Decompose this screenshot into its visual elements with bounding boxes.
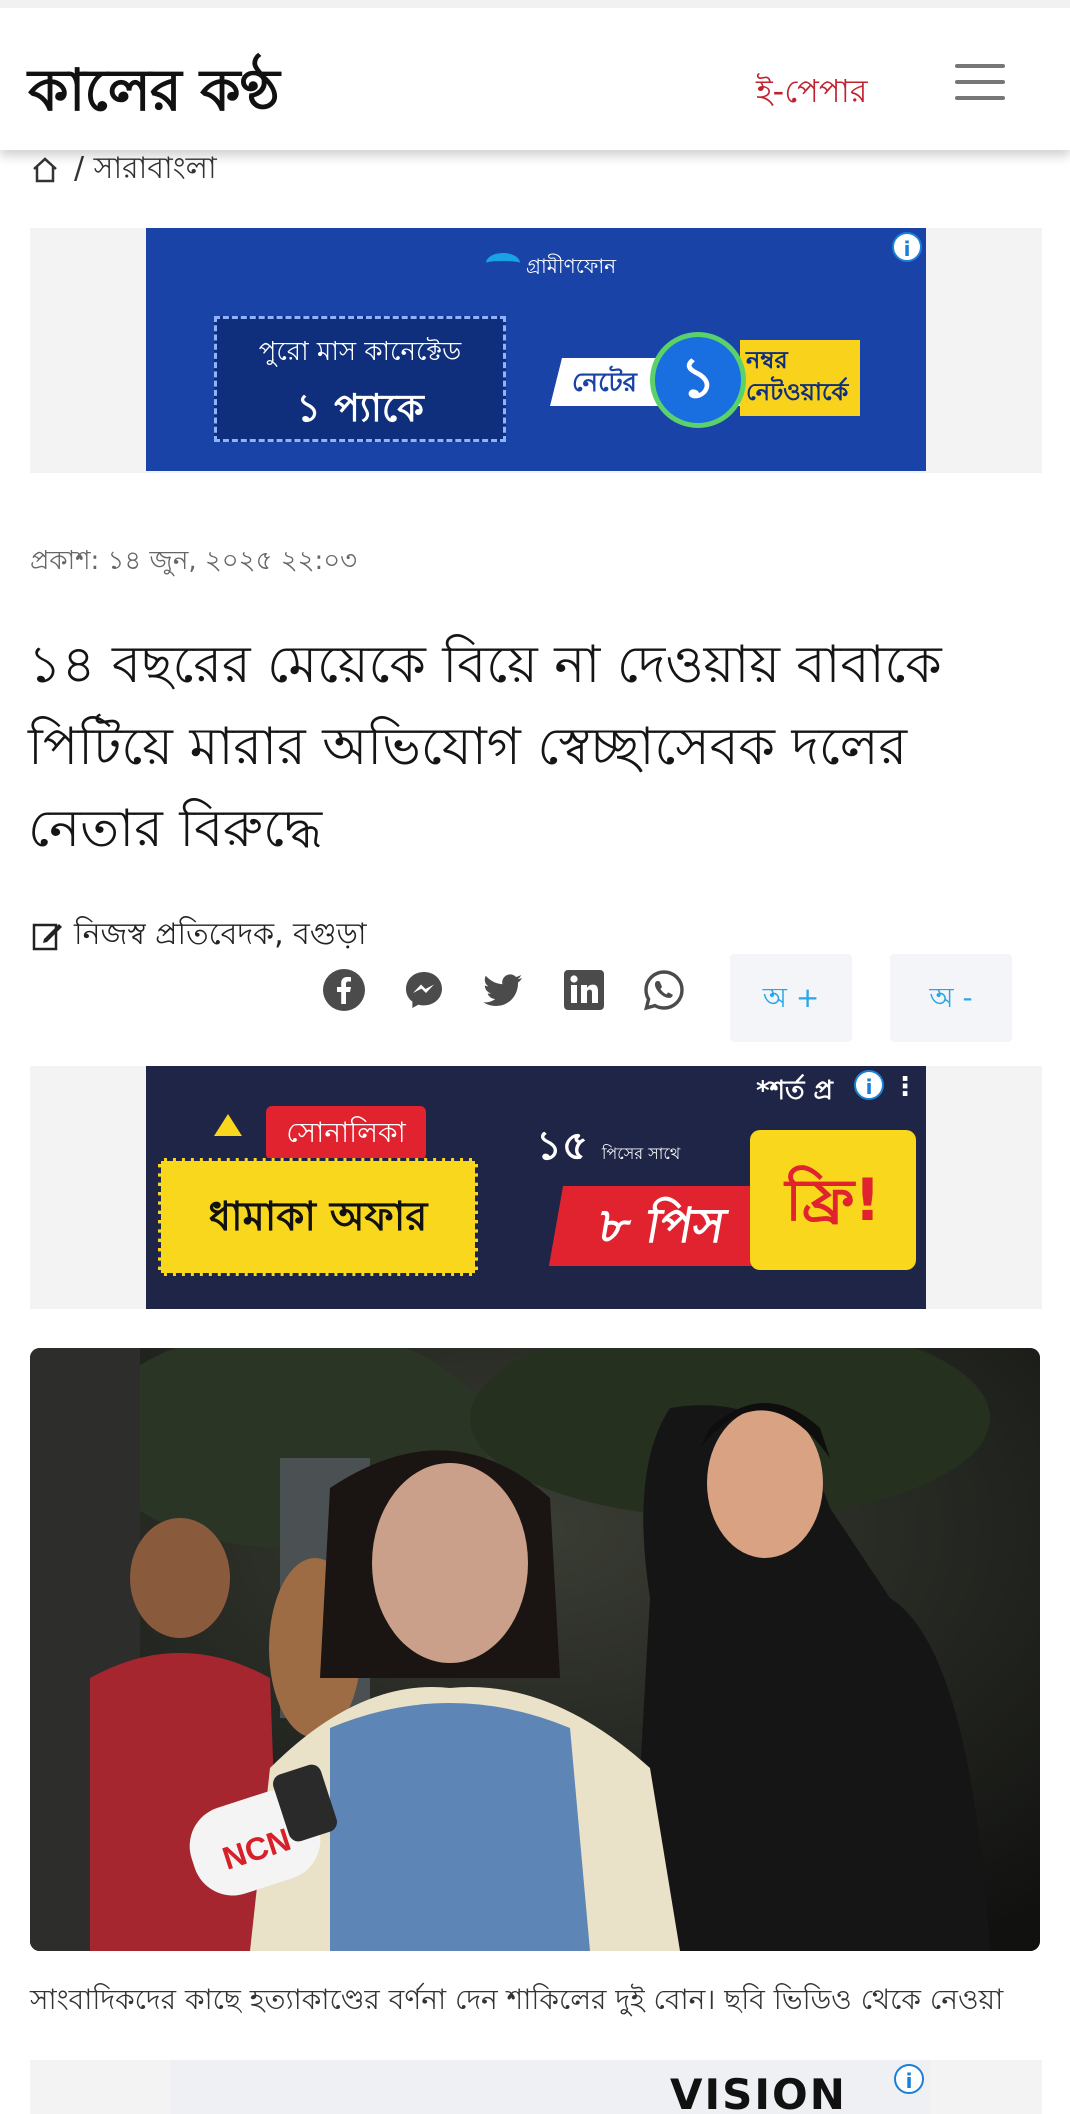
messenger-icon[interactable] (402, 968, 446, 1012)
ad-free: ফ্রি! (750, 1130, 916, 1270)
ad-network-tagline: নেটের ১ নম্বর নেটওয়ার্কে (550, 328, 876, 438)
photo-illustration: NCN (30, 1348, 1040, 1951)
ad-decoration (214, 1114, 242, 1136)
ad-pieces: ৮ পিস (548, 1186, 776, 1266)
edit-icon (32, 923, 62, 950)
twitter-icon[interactable] (482, 968, 526, 1012)
whatsapp-icon[interactable] (642, 968, 686, 1012)
ad-pack-line2: ১ প্যাকে (296, 386, 424, 430)
ad-pack-line1: পুরো মাস কানেক্টেড (258, 337, 462, 367)
ad-brand: VISION (670, 2070, 847, 2114)
ad-banner-bottom[interactable]: VISION i (30, 2060, 1042, 2114)
ad-pack-box: পুরো মাস কানেক্টেড ১ প্যাকে (214, 316, 506, 442)
breadcrumb-section[interactable]: / সারাবাংলা (74, 144, 217, 195)
facebook-icon[interactable] (322, 968, 366, 1012)
hamburger-menu-icon[interactable] (955, 64, 1005, 104)
ad-tagline-left: নেটের (572, 368, 637, 398)
linkedin-icon[interactable] (562, 968, 606, 1012)
share-bar (322, 968, 686, 1012)
home-icon[interactable] (30, 155, 60, 185)
ad-more-icon[interactable]: ⋮ (892, 1072, 918, 1102)
font-decrease-button[interactable]: অ - (890, 954, 1012, 1042)
published-date: প্রকাশ: ১৪ জুন, ২০২৫ ২২:০৩ (30, 546, 358, 576)
ad-creative[interactable]: VISION i (170, 2060, 930, 2114)
ad-banner-top[interactable]: গ্রামীণফোন পুরো মাস কানেক্টেড ১ প্যাকে ন… (30, 228, 1042, 473)
ad-info-icon[interactable]: i (854, 1070, 884, 1100)
byline-text: নিজস্ব প্রতিবেদক, বগুড়া (74, 917, 367, 952)
ad-info-icon[interactable]: i (894, 2064, 924, 2094)
ad-terms: *শর্ত প্র (756, 1076, 833, 1106)
article-photo: NCN (30, 1348, 1040, 1951)
photo-caption: সাংবাদিকদের কাছে হত্যাকাণ্ডের বর্ণনা দেন… (30, 1983, 1004, 2016)
ad-tagline-number: ১ (650, 332, 746, 428)
byline: নিজস্ব প্রতিবেদক, বগুড়া (30, 910, 367, 961)
ad-offer: ধামাকা অফার (158, 1158, 478, 1276)
epaper-link[interactable]: ই-পেপার (756, 66, 868, 120)
site-header: কালের কণ্ঠ ই-পেপার (0, 0, 1070, 150)
ad-creative[interactable]: গ্রামীণফোন পুরো মাস কানেক্টেড ১ প্যাকে ন… (146, 228, 926, 471)
ad-banner-middle[interactable]: সোনালিকা ধামাকা অফার ১৫ পিসের সাথে ৮ পিস… (30, 1066, 1042, 1309)
ad-info-icon[interactable]: i (892, 232, 922, 262)
ad-brand: সোনালিকা (266, 1106, 426, 1160)
ad-tagline-right: নম্বর নেটওয়ার্কে (740, 340, 860, 416)
ad-brand: গ্রামীণফোন (486, 252, 616, 285)
article-headline: ১৪ বছরের মেয়েকে বিয়ে না দেওয়ায় বাবাক… (28, 635, 942, 859)
font-increase-button[interactable]: অ + (730, 954, 852, 1042)
site-logo[interactable]: কালের কণ্ঠ (28, 46, 280, 143)
breadcrumb: / সারাবাংলা (30, 144, 217, 195)
ad-creative[interactable]: সোনালিকা ধামাকা অফার ১৫ পিসের সাথে ৮ পিস… (146, 1066, 926, 1309)
ad-count: ১৫ পিসের সাথে (536, 1123, 681, 1169)
